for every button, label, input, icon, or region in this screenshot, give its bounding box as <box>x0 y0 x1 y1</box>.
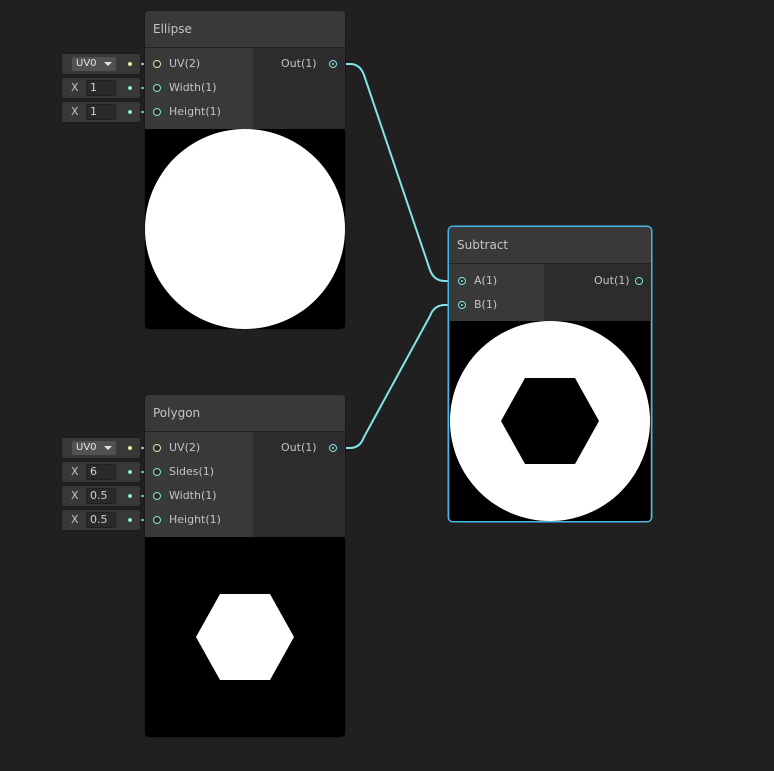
ellipse-width-field[interactable]: X 1 <box>62 78 140 98</box>
uv-channel-dropdown[interactable]: UV0 <box>72 441 116 455</box>
port-out[interactable]: Out(1) <box>544 273 651 289</box>
axis-label: X <box>71 513 79 526</box>
chevron-down-icon <box>104 446 112 450</box>
port-label: A(1) <box>474 274 498 287</box>
node-header[interactable]: Subtract <box>449 227 651 264</box>
ellipse-node[interactable]: Ellipse UV(2) Width(1) Height(1) Out(1) <box>145 11 345 329</box>
polygon-node[interactable]: Polygon UV(2) Sides(1) Width(1) Height(1… <box>145 395 345 737</box>
ellipse-height-field[interactable]: X 1 <box>62 102 140 122</box>
node-header[interactable]: Ellipse <box>145 11 345 48</box>
wire-ellipse-to-subtract-a <box>337 63 458 282</box>
port-label: Out(1) <box>281 57 317 70</box>
polygon-sides-field[interactable]: X 6 <box>62 462 140 482</box>
port-label: Height(1) <box>169 513 221 526</box>
field-connector-dot <box>128 494 132 498</box>
width-value-input[interactable]: 0.5 <box>86 488 116 504</box>
node-title: Subtract <box>457 238 509 252</box>
axis-label: X <box>71 105 79 118</box>
shader-graph-canvas[interactable]: UV0 X 1 X 1 Ellipse UV(2) Width(1) Heigh… <box>0 0 774 771</box>
port-out[interactable]: Out(1) <box>253 440 345 456</box>
input-ports: UV(2) Width(1) Height(1) <box>145 48 253 129</box>
node-preview <box>450 321 650 521</box>
port-uv[interactable]: UV(2) <box>145 440 253 456</box>
port-width[interactable]: Width(1) <box>145 80 253 96</box>
port-sides[interactable]: Sides(1) <box>145 464 253 480</box>
port-out[interactable]: Out(1) <box>253 56 345 72</box>
port-connector[interactable] <box>153 516 161 524</box>
node-preview <box>145 129 345 329</box>
polygon-uv-field[interactable]: UV0 <box>62 438 140 458</box>
input-ports: UV(2) Sides(1) Width(1) Height(1) <box>145 432 253 537</box>
wire-polygon-to-subtract-b <box>337 304 458 449</box>
field-connector-dot <box>128 62 132 66</box>
uv-channel-dropdown[interactable]: UV0 <box>72 57 116 71</box>
output-ports: Out(1) <box>544 264 651 321</box>
port-label: Width(1) <box>169 489 217 502</box>
field-connector-dot <box>128 470 132 474</box>
port-a[interactable]: A(1) <box>449 273 544 289</box>
port-connector[interactable] <box>153 60 161 68</box>
axis-label: X <box>71 465 79 478</box>
ellipse-uv-field[interactable]: UV0 <box>62 54 140 74</box>
axis-label: X <box>71 489 79 502</box>
port-connector[interactable] <box>458 277 466 285</box>
output-ports: Out(1) <box>253 48 345 129</box>
input-ports: A(1) B(1) <box>449 264 544 321</box>
port-label: UV(2) <box>169 57 201 70</box>
port-uv[interactable]: UV(2) <box>145 56 253 72</box>
hexagon-preview-shape <box>196 594 294 680</box>
subtract-node[interactable]: Subtract A(1) B(1) Out(1) <box>449 227 651 521</box>
port-connector[interactable] <box>153 108 161 116</box>
port-label: Width(1) <box>169 81 217 94</box>
width-value-input[interactable]: 1 <box>86 80 116 96</box>
output-ports: Out(1) <box>253 432 345 537</box>
port-connector[interactable] <box>329 60 337 68</box>
port-label: Out(1) <box>594 274 630 287</box>
polygon-width-field[interactable]: X 0.5 <box>62 486 140 506</box>
node-header[interactable]: Polygon <box>145 395 345 432</box>
field-connector-dot <box>128 446 132 450</box>
height-value-input[interactable]: 1 <box>86 104 116 120</box>
port-b[interactable]: B(1) <box>449 297 544 313</box>
port-connector[interactable] <box>329 444 337 452</box>
height-value-input[interactable]: 0.5 <box>86 512 116 528</box>
port-connector[interactable] <box>458 301 466 309</box>
field-connector-dot <box>128 518 132 522</box>
polygon-height-field[interactable]: X 0.5 <box>62 510 140 530</box>
port-label: UV(2) <box>169 441 201 454</box>
port-connector[interactable] <box>153 468 161 476</box>
port-label: Sides(1) <box>169 465 215 478</box>
port-connector[interactable] <box>153 444 161 452</box>
chevron-down-icon <box>104 62 112 66</box>
field-connector-dot <box>128 86 132 90</box>
node-preview <box>145 537 345 737</box>
uv-channel-value: UV0 <box>76 58 97 69</box>
port-height[interactable]: Height(1) <box>145 104 253 120</box>
port-connector[interactable] <box>635 277 643 285</box>
ellipse-preview-shape <box>145 129 345 329</box>
port-label: Out(1) <box>281 441 317 454</box>
port-width[interactable]: Width(1) <box>145 488 253 504</box>
uv-channel-value: UV0 <box>76 442 97 453</box>
port-label: Height(1) <box>169 105 221 118</box>
port-height[interactable]: Height(1) <box>145 512 253 528</box>
port-connector[interactable] <box>153 492 161 500</box>
sides-value-input[interactable]: 6 <box>86 464 116 480</box>
port-connector[interactable] <box>153 84 161 92</box>
field-connector-dot <box>128 110 132 114</box>
axis-label: X <box>71 81 79 94</box>
port-label: B(1) <box>474 298 498 311</box>
node-title: Polygon <box>153 406 201 420</box>
node-title: Ellipse <box>153 22 192 36</box>
